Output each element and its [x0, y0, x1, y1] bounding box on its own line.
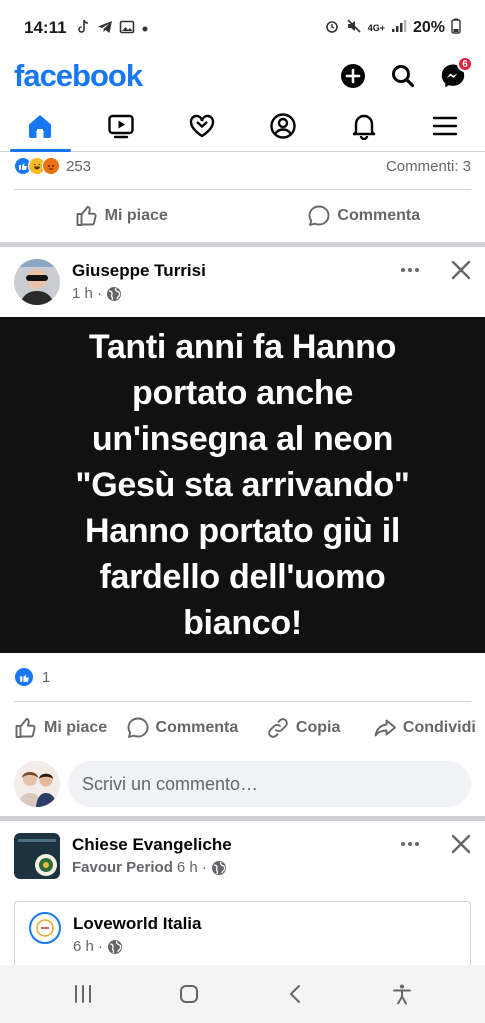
status-bar: 14:11 4G+ 20% — [0, 0, 485, 56]
post-author[interactable]: Giuseppe Turrisi — [72, 261, 206, 281]
tab-home[interactable] — [0, 100, 81, 152]
post-image-quote[interactable]: Tanti anni fa Hanno portato anche un'ins… — [0, 317, 485, 653]
news-feed: 253 Commenti: 3 Mi piace Commenta Giusep… — [0, 153, 485, 965]
app-header: facebook 6 — [0, 56, 485, 96]
mute-icon — [346, 18, 362, 38]
gallery-icon — [119, 19, 135, 38]
battery-icon — [451, 18, 461, 38]
network-type: 4G+ — [367, 22, 385, 33]
menu-icon — [432, 116, 457, 135]
alarm-icon — [324, 18, 340, 38]
like-reaction-icon — [14, 667, 34, 687]
close-icon[interactable] — [451, 260, 471, 280]
video-icon — [108, 114, 134, 138]
bell-icon — [352, 114, 375, 140]
shared-author[interactable]: Loveworld Italia — [73, 914, 201, 934]
status-time: 14:11 — [24, 18, 67, 37]
messenger-badge: 6 — [457, 56, 473, 72]
comment-bubble-icon — [127, 717, 148, 738]
post-author[interactable]: Chiese Evangeliche — [72, 835, 232, 855]
user-avatar[interactable] — [14, 761, 60, 807]
next-post-header: Chiese Evangeliche Favour Period 6 h · — [0, 821, 485, 893]
facebook-logo[interactable]: facebook — [14, 58, 143, 94]
plus-circle-icon — [341, 64, 365, 88]
quote-text: Tanti anni fa Hanno portato anche un'ins… — [75, 328, 410, 642]
comment-button[interactable]: Commenta — [121, 716, 242, 740]
share-button[interactable]: Condividi — [364, 716, 485, 740]
tab-profile[interactable] — [242, 100, 323, 151]
battery-percent: 20% — [412, 19, 445, 36]
profile-icon — [270, 112, 296, 139]
reaction-count: 253 — [66, 157, 92, 175]
like-button[interactable]: Mi piace — [0, 716, 121, 740]
search-button[interactable] — [389, 62, 417, 90]
dating-heart-icon — [189, 114, 215, 137]
globe-icon — [211, 860, 226, 875]
comment-input[interactable]: Scrivi un commento… — [68, 761, 471, 807]
messenger-button[interactable]: 6 — [439, 56, 473, 90]
globe-icon — [107, 286, 122, 301]
accessibility-icon — [392, 984, 411, 1005]
recent-apps-button[interactable] — [63, 974, 103, 1014]
post-actions: Mi piace Commenta Copia Condividi — [0, 702, 485, 754]
create-button[interactable] — [339, 62, 367, 90]
link-icon — [268, 718, 288, 738]
tab-dating[interactable] — [162, 100, 243, 151]
angry-reaction-icon — [42, 157, 60, 175]
comment-bubble-icon — [308, 205, 330, 226]
comment-composer: Scrivi un commento… — [0, 754, 485, 816]
signal-icon — [391, 19, 407, 37]
copy-button[interactable]: Copia — [243, 716, 364, 740]
comment-button[interactable]: Commenta — [243, 204, 485, 228]
recent-apps-icon — [75, 985, 92, 1003]
shared-post[interactable]: Loveworld Italia 6 h · — [14, 901, 471, 965]
more-options-icon[interactable] — [399, 259, 421, 281]
globe-icon — [108, 939, 123, 954]
nav-tabs — [0, 100, 485, 152]
comments-count[interactable]: Commenti: 3 — [386, 158, 471, 175]
back-button[interactable] — [276, 974, 316, 1014]
author-avatar[interactable] — [14, 259, 60, 305]
page-avatar[interactable] — [14, 833, 60, 879]
more-options-icon[interactable] — [399, 833, 421, 855]
post-header: Giuseppe Turrisi 1 h · — [0, 247, 485, 317]
tab-notifications[interactable] — [323, 100, 404, 151]
telegram-icon — [97, 19, 113, 38]
post-reactions[interactable]: 1 — [0, 653, 485, 701]
reaction-count: 1 — [42, 668, 51, 686]
close-icon[interactable] — [451, 834, 471, 854]
tab-menu[interactable] — [404, 100, 485, 151]
tab-video[interactable] — [81, 100, 162, 151]
like-button[interactable]: Mi piace — [0, 204, 243, 228]
prev-post-actions: Mi piace Commenta — [0, 190, 485, 242]
home-icon — [29, 114, 52, 138]
accessibility-button[interactable] — [382, 974, 422, 1014]
thumbs-up-icon — [76, 206, 97, 226]
prev-post-reactions[interactable]: 253 Commenti: 3 — [0, 153, 485, 179]
tiktok-icon — [75, 19, 91, 38]
system-nav-bar — [0, 965, 485, 1023]
thumbs-up-icon — [15, 718, 36, 738]
post-time[interactable]: 1 h · — [72, 285, 102, 302]
home-button[interactable] — [169, 974, 209, 1014]
shared-page-avatar[interactable] — [29, 912, 61, 944]
home-square-icon — [180, 985, 199, 1003]
dot-icon — [141, 20, 149, 36]
sub-author[interactable]: Favour Period — [72, 859, 173, 876]
back-chevron-icon — [289, 985, 300, 1003]
share-arrow-icon — [374, 719, 396, 737]
search-icon — [392, 65, 415, 88]
